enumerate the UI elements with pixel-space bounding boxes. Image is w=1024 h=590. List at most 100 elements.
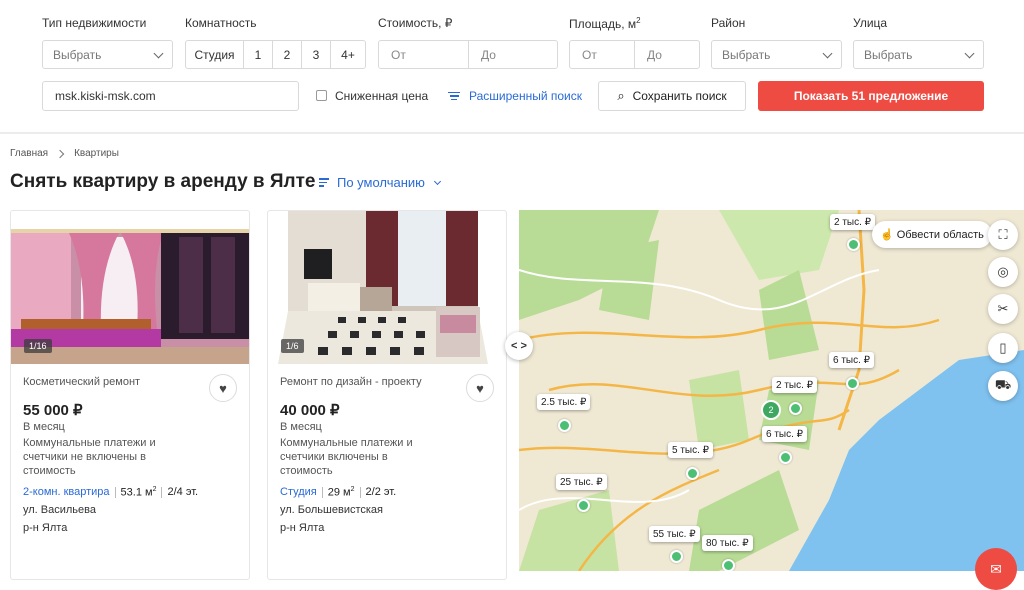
- rooms-option-4plus[interactable]: 4+: [331, 41, 365, 68]
- chevron-down-icon: [822, 48, 833, 59]
- listing-district: р-н Ялта: [23, 522, 68, 534]
- district-select[interactable]: Выбрать: [711, 40, 842, 69]
- map-cluster[interactable]: 2: [761, 400, 781, 420]
- listing-title: Косметический ремонт: [23, 376, 141, 388]
- favorite-button[interactable]: ♥: [466, 374, 494, 402]
- rooms-option-studio[interactable]: Студия: [186, 41, 244, 68]
- chevron-right-icon: [55, 149, 65, 158]
- draw-area-label: Обвести область: [896, 228, 984, 241]
- map-price-pin[interactable]: 5 тыс. ₽: [668, 442, 714, 458]
- breadcrumb-home[interactable]: Главная: [10, 148, 48, 159]
- listing-street: ул. Васильева: [23, 504, 96, 516]
- heart-icon: ♥: [476, 380, 484, 396]
- photo-counter: 1/16: [24, 339, 52, 353]
- divider: [161, 486, 163, 498]
- chat-icon: ✉: [990, 560, 1002, 577]
- map-price-pin[interactable]: 2 тыс. ₽: [830, 214, 876, 230]
- area-from-input[interactable]: От: [570, 41, 635, 68]
- price-to-input[interactable]: До: [469, 41, 557, 68]
- rooms-link[interactable]: 2-комн. квартира: [23, 486, 110, 498]
- property-type-select[interactable]: Выбрать: [42, 40, 173, 69]
- listing-price: 40 000 ₽: [280, 402, 340, 419]
- map-pin-dot[interactable]: [779, 451, 792, 464]
- rooms-option-3[interactable]: 3: [302, 41, 331, 68]
- listing-street: ул. Большевистская: [280, 504, 384, 516]
- utilities-note: Коммунальные платежи и счетчики не включ…: [23, 437, 156, 477]
- map-pin-dot[interactable]: [577, 499, 590, 512]
- listing-price: 55 000 ₽: [23, 402, 83, 419]
- map-price-pin[interactable]: 55 тыс. ₽: [649, 526, 700, 542]
- area-to-input[interactable]: До: [635, 41, 699, 68]
- header-divider: [0, 132, 1024, 134]
- street-label: Улица: [853, 16, 888, 30]
- floor-value: 2/2 эт.: [365, 486, 397, 499]
- listing-card[interactable]: 1/16 Косметический ремонт ♥ 55 000 ₽ В м…: [10, 210, 250, 580]
- street-value: Выбрать: [864, 47, 913, 62]
- save-search-button[interactable]: ⌕ Сохранить поиск: [598, 81, 746, 111]
- rooms-label: Комнатность: [185, 16, 257, 30]
- rooms-link[interactable]: Студия: [280, 486, 317, 498]
- sort-dropdown[interactable]: По умолчанию: [319, 175, 441, 190]
- price-from-input[interactable]: От: [379, 41, 469, 68]
- chevron-down-icon: [433, 177, 441, 185]
- draw-area-button[interactable]: ☝ Обвести область: [872, 221, 992, 248]
- map-price-pin[interactable]: 25 тыс. ₽: [556, 474, 607, 490]
- chat-button[interactable]: ✉: [975, 548, 1017, 590]
- rooms-option-2[interactable]: 2: [273, 41, 302, 68]
- ruler-button[interactable]: ✂: [988, 294, 1018, 324]
- map-pin-dot[interactable]: [846, 377, 859, 390]
- breadcrumb: Главная Квартиры: [10, 148, 119, 159]
- map-pin-dot[interactable]: [670, 550, 683, 563]
- map-price-pin[interactable]: 80 тыс. ₽: [702, 535, 753, 551]
- district-value: Выбрать: [722, 47, 771, 62]
- car-icon: ⛟: [994, 377, 1012, 392]
- divider: [321, 486, 323, 498]
- map-price-pin[interactable]: 2 тыс. ₽: [772, 377, 818, 393]
- site-url-field[interactable]: msk.kiski-msk.com: [42, 81, 299, 111]
- map-pin-dot[interactable]: [686, 467, 699, 480]
- property-type-value: Выбрать: [53, 47, 102, 62]
- hand-pointer-icon: ☝: [880, 229, 894, 241]
- reduced-price-label[interactable]: Сниженная цена: [335, 89, 428, 103]
- listing-photo[interactable]: 1/16: [11, 211, 249, 364]
- car-route-button[interactable]: ⛟: [988, 371, 1018, 401]
- area-value: 29 м2: [327, 486, 355, 499]
- map-pin-dot[interactable]: [847, 238, 860, 251]
- map-view[interactable]: 2 тыс. ₽ 6 тыс. ₽ 2 тыс. ₽ 2 2.5 тыс. ₽ …: [519, 210, 1024, 571]
- map-price-pin[interactable]: 2.5 тыс. ₽: [537, 394, 591, 410]
- map-toggle-button[interactable]: < >: [505, 332, 533, 360]
- advanced-search-link[interactable]: Расширенный поиск: [448, 89, 582, 103]
- studio-photo: [268, 211, 506, 364]
- save-search-icon: ⌕: [617, 88, 625, 103]
- rooms-selector: Студия 1 2 3 4+: [185, 40, 366, 69]
- sort-icon: [319, 176, 329, 189]
- traffic-button[interactable]: ▯: [988, 333, 1018, 363]
- show-offers-button[interactable]: Показать 51 предложение: [758, 81, 984, 111]
- map-pin-dot[interactable]: [558, 419, 571, 432]
- map-price-pin[interactable]: 6 тыс. ₽: [762, 426, 808, 442]
- breadcrumb-current[interactable]: Квартиры: [74, 148, 119, 159]
- price-range: От До: [378, 40, 558, 69]
- district-label: Район: [711, 16, 746, 30]
- floor-value: 2/4 эт.: [167, 486, 199, 499]
- reduced-price-checkbox[interactable]: [316, 90, 327, 101]
- map-price-pin[interactable]: 6 тыс. ₽: [829, 352, 875, 368]
- locate-button[interactable]: ◎: [988, 257, 1018, 287]
- save-search-label: Сохранить поиск: [632, 89, 727, 103]
- rooms-option-1[interactable]: 1: [244, 41, 273, 68]
- search-filters: Тип недвижимости Выбрать Комнатность Сту…: [0, 0, 1024, 124]
- property-type-label: Тип недвижимости: [42, 16, 147, 30]
- map-pin-dot[interactable]: [722, 559, 735, 571]
- sort-label: По умолчанию: [337, 175, 425, 190]
- favorite-button[interactable]: ♥: [209, 374, 237, 402]
- divider: [114, 486, 116, 498]
- listing-photo[interactable]: 1/6: [268, 211, 506, 364]
- price-label: Стоимость, ₽: [378, 16, 453, 30]
- street-select[interactable]: Выбрать: [853, 40, 984, 69]
- heart-icon: ♥: [219, 380, 227, 396]
- traffic-light-icon: ▯: [999, 340, 1007, 355]
- fullscreen-button[interactable]: ⛶: [988, 220, 1018, 250]
- map-pin-dot[interactable]: [789, 402, 802, 415]
- area-value: 53.1 м2: [120, 486, 157, 499]
- listing-card[interactable]: 1/6 Ремонт по дизайн - проекту ♥ 40 000 …: [267, 210, 507, 580]
